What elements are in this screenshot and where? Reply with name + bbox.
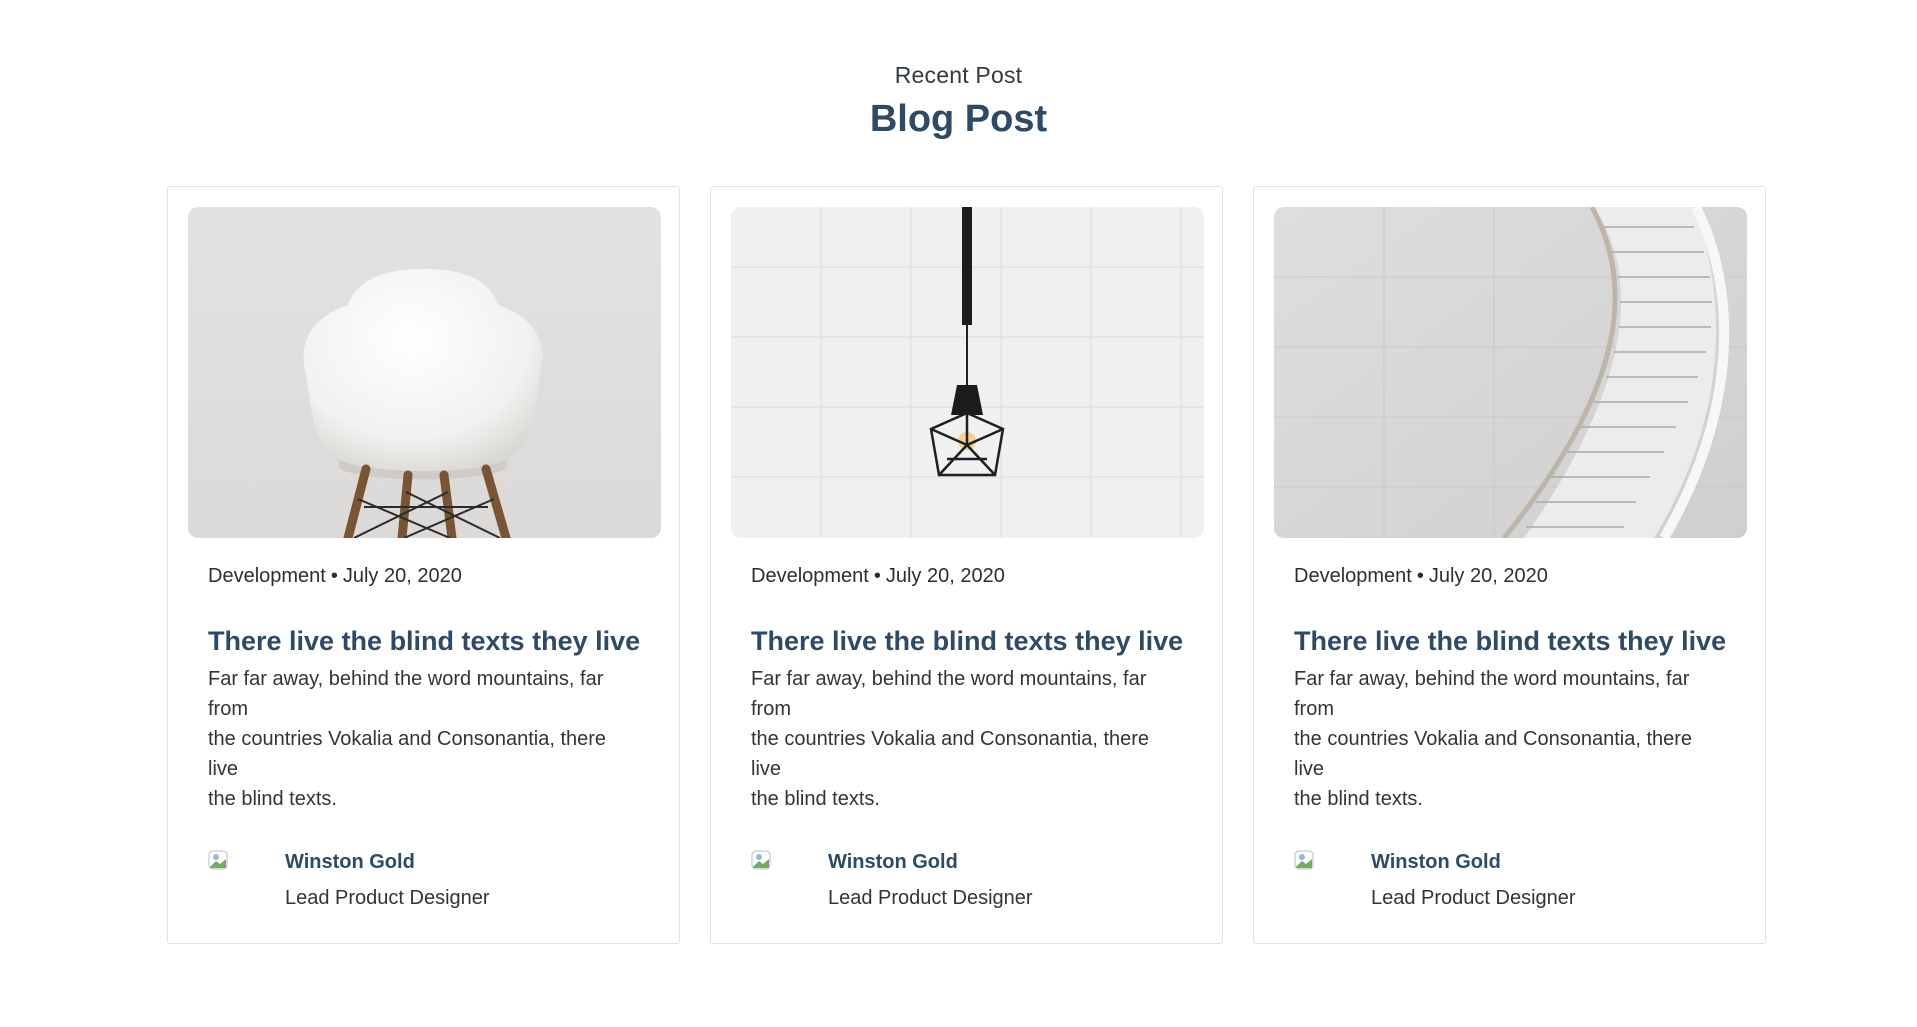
- excerpt-line: from: [751, 698, 791, 720]
- post-date: July 20, 2020: [1428, 565, 1548, 587]
- excerpt-line: the blind texts.: [751, 788, 880, 810]
- excerpt-line: live: [1294, 758, 1325, 780]
- excerpt-line: the countries Vokalia and Consonantia, t…: [208, 728, 607, 750]
- post-author: Winston Gold Lead Product Designer: [208, 850, 639, 910]
- author-role: Lead Product Designer: [285, 887, 490, 909]
- author-name[interactable]: Winston Gold: [285, 848, 415, 876]
- post-card[interactable]: Development • July 20, 2020 There live the…: [167, 186, 680, 944]
- author-name[interactable]: Winston Gold: [1371, 848, 1501, 876]
- chair-photo-icon: [188, 207, 661, 538]
- post-excerpt: Far far away, behind the word mountains,…: [1294, 664, 1714, 814]
- author-role: Lead Product Designer: [1371, 887, 1576, 909]
- post-title[interactable]: There live the blind texts they live: [208, 624, 640, 658]
- post-category[interactable]: Development: [208, 565, 326, 587]
- blog-section: Recent Post Blog Post Development • July…: [0, 0, 1917, 1027]
- pendant-lamp-photo-icon: [731, 207, 1204, 538]
- section-title: Blog Post: [869, 98, 1048, 140]
- excerpt-line: live: [208, 758, 239, 780]
- post-meta: Development • July 20, 2020: [1294, 562, 1725, 590]
- post-author: Winston Gold Lead Product Designer: [1294, 850, 1725, 910]
- section-eyebrow: Recent Post: [894, 62, 1023, 88]
- meta-separator: •: [330, 565, 338, 587]
- post-excerpt: Far far away, behind the word mountains,…: [208, 664, 628, 814]
- excerpt-line: the blind texts.: [208, 788, 337, 810]
- post-meta: Development • July 20, 2020: [208, 562, 639, 590]
- excerpt-line: from: [1294, 698, 1334, 720]
- excerpt-line: Far far away, behind the word mountains,…: [208, 668, 604, 690]
- post-meta: Development • July 20, 2020: [751, 562, 1182, 590]
- broken-image-avatar-icon: [1294, 850, 1314, 870]
- excerpt-line: live: [751, 758, 782, 780]
- excerpt-line: Far far away, behind the word mountains,…: [1294, 668, 1690, 690]
- post-category[interactable]: Development: [1294, 565, 1412, 587]
- post-title[interactable]: There live the blind texts they live: [1294, 624, 1726, 658]
- section-header: Recent Post Blog Post: [0, 60, 1917, 144]
- excerpt-line: the countries Vokalia and Consonantia, t…: [751, 728, 1150, 750]
- excerpt-line: from: [208, 698, 248, 720]
- post-date: July 20, 2020: [885, 565, 1005, 587]
- post-author: Winston Gold Lead Product Designer: [751, 850, 1182, 910]
- broken-image-avatar-icon: [208, 850, 228, 870]
- broken-image-avatar-icon: [751, 850, 771, 870]
- post-category[interactable]: Development: [751, 565, 869, 587]
- post-excerpt: Far far away, behind the word mountains,…: [751, 664, 1171, 814]
- post-card[interactable]: Development • July 20, 2020 There live the…: [1253, 186, 1766, 944]
- excerpt-line: the blind texts.: [1294, 788, 1423, 810]
- author-role: Lead Product Designer: [828, 887, 1033, 909]
- post-image-lamp[interactable]: [731, 207, 1204, 538]
- post-card[interactable]: Development • July 20, 2020 There live the…: [710, 186, 1223, 944]
- author-name[interactable]: Winston Gold: [828, 848, 958, 876]
- post-date: July 20, 2020: [342, 565, 462, 587]
- post-card-list: Development • July 20, 2020 There live the…: [167, 186, 1766, 944]
- excerpt-line: the countries Vokalia and Consonantia, t…: [1294, 728, 1693, 750]
- meta-separator: •: [873, 565, 881, 587]
- post-title[interactable]: There live the blind texts they live: [751, 624, 1183, 658]
- meta-separator: •: [1416, 565, 1424, 587]
- post-image-staircase[interactable]: [1274, 207, 1747, 538]
- post-image-chair[interactable]: [188, 207, 661, 538]
- spiral-staircase-photo-icon: [1274, 207, 1747, 538]
- excerpt-line: Far far away, behind the word mountains,…: [751, 668, 1147, 690]
